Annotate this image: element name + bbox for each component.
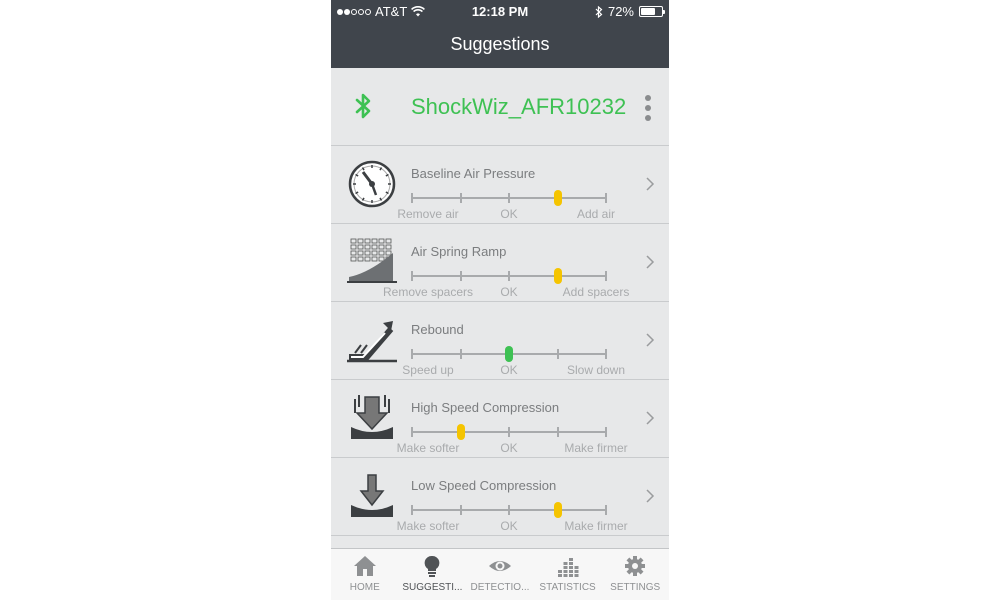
- bluetooth-status-icon: [595, 5, 603, 18]
- suggestion-title: Air Spring Ramp: [411, 244, 507, 259]
- tab-gear[interactable]: SETTINGS: [601, 549, 669, 600]
- indicator-knob: [553, 268, 562, 284]
- tab-lightbulb[interactable]: SUGGESTI...: [399, 549, 467, 600]
- scale-label: OK: [500, 363, 518, 377]
- indicator-knob: [456, 424, 465, 440]
- tab-label: DETECTIO...: [470, 582, 530, 593]
- more-options-icon[interactable]: [645, 95, 651, 121]
- suggestion-row[interactable]: High Speed Compression Make softer OK Make …: [331, 380, 669, 458]
- suggestion-title: Baseline Air Pressure: [411, 166, 536, 181]
- device-row[interactable]: ShockWiz_AFR10232: [331, 68, 669, 146]
- scale-label: Add spacers: [562, 285, 630, 299]
- suggestion-indicator: [411, 268, 607, 284]
- suggestion-row[interactable]: Air Spring Ramp Remove spacers OK Add space…: [331, 224, 669, 302]
- suggestion-row[interactable]: Low Speed Compression Make softer OK Make f…: [331, 458, 669, 536]
- device-name: ShockWiz_AFR10232: [411, 94, 627, 119]
- gear-icon: [623, 555, 647, 577]
- high-speed-compression-icon: [347, 393, 397, 443]
- scale-label: Make firmer: [564, 441, 628, 455]
- app-header: AT&T 12:18 PM 72% Suggestions: [331, 0, 669, 68]
- eye-icon: [488, 555, 512, 577]
- indicator-knob: [505, 346, 513, 362]
- suggestion-row[interactable]: Baseline Air Pressure Remove air OK Add air: [331, 146, 669, 224]
- rebound-icon: [347, 315, 397, 365]
- scale-label: Make softer: [396, 519, 460, 533]
- scale-label: Remove spacers: [382, 285, 474, 299]
- suggestion-title: High Speed Compression: [411, 400, 560, 415]
- chevron-right-icon[interactable]: [645, 489, 655, 503]
- bluetooth-icon: [355, 93, 371, 119]
- battery-percent: 72%: [607, 4, 634, 19]
- tab-label: HOME: [349, 582, 380, 593]
- scale-label: OK: [500, 519, 518, 533]
- chevron-right-icon[interactable]: [645, 411, 655, 425]
- battery-icon: [639, 6, 665, 17]
- chevron-right-icon[interactable]: [645, 333, 655, 347]
- suggestion-title: Rebound: [411, 322, 464, 337]
- tab-label: SUGGESTI...: [402, 582, 463, 593]
- low-speed-compression-icon: [347, 471, 397, 521]
- gauge-icon: [347, 159, 397, 209]
- phone-screen: AT&T 12:18 PM 72% Suggestions ShockWiz_A…: [331, 0, 669, 600]
- chevron-right-icon[interactable]: [645, 177, 655, 191]
- scale-label: Make softer: [396, 441, 460, 455]
- suggestion-indicator: [411, 190, 607, 206]
- scale-label: Add air: [576, 207, 616, 221]
- scale-label: OK: [500, 441, 518, 455]
- tab-bar: HOME SUGGESTI... DETECTIO... STATISTICS SETT…: [331, 548, 669, 600]
- lightbulb-icon: [420, 555, 444, 577]
- home-icon: [353, 555, 377, 577]
- tab-home[interactable]: HOME: [331, 549, 399, 600]
- tab-eye[interactable]: DETECTIO...: [466, 549, 534, 600]
- indicator-knob: [553, 502, 562, 518]
- scale-label: OK: [500, 207, 518, 221]
- tab-label: STATISTICS: [539, 582, 596, 593]
- scale-label: Slow down: [566, 363, 626, 377]
- suggestion-indicator: [411, 346, 607, 362]
- scale-label: OK: [500, 285, 518, 299]
- suggestion-title: Low Speed Compression: [411, 478, 557, 493]
- status-bar: AT&T 12:18 PM 72%: [331, 0, 669, 22]
- page-title: Suggestions: [450, 34, 550, 54]
- statistics-icon: [556, 555, 580, 577]
- chevron-right-icon[interactable]: [645, 255, 655, 269]
- indicator-knob: [553, 190, 562, 206]
- suggestion-indicator: [411, 502, 607, 518]
- tab-label: SETTINGS: [610, 582, 661, 593]
- scale-label: Speed up: [402, 363, 454, 377]
- tab-statistics[interactable]: STATISTICS: [534, 549, 602, 600]
- suggestion-indicator: [411, 424, 607, 440]
- suggestion-row[interactable]: Rebound Speed up OK Slow down: [331, 302, 669, 380]
- scale-label: Remove air: [397, 207, 459, 221]
- spring-ramp-icon: [347, 237, 397, 287]
- scale-label: Make firmer: [564, 519, 628, 533]
